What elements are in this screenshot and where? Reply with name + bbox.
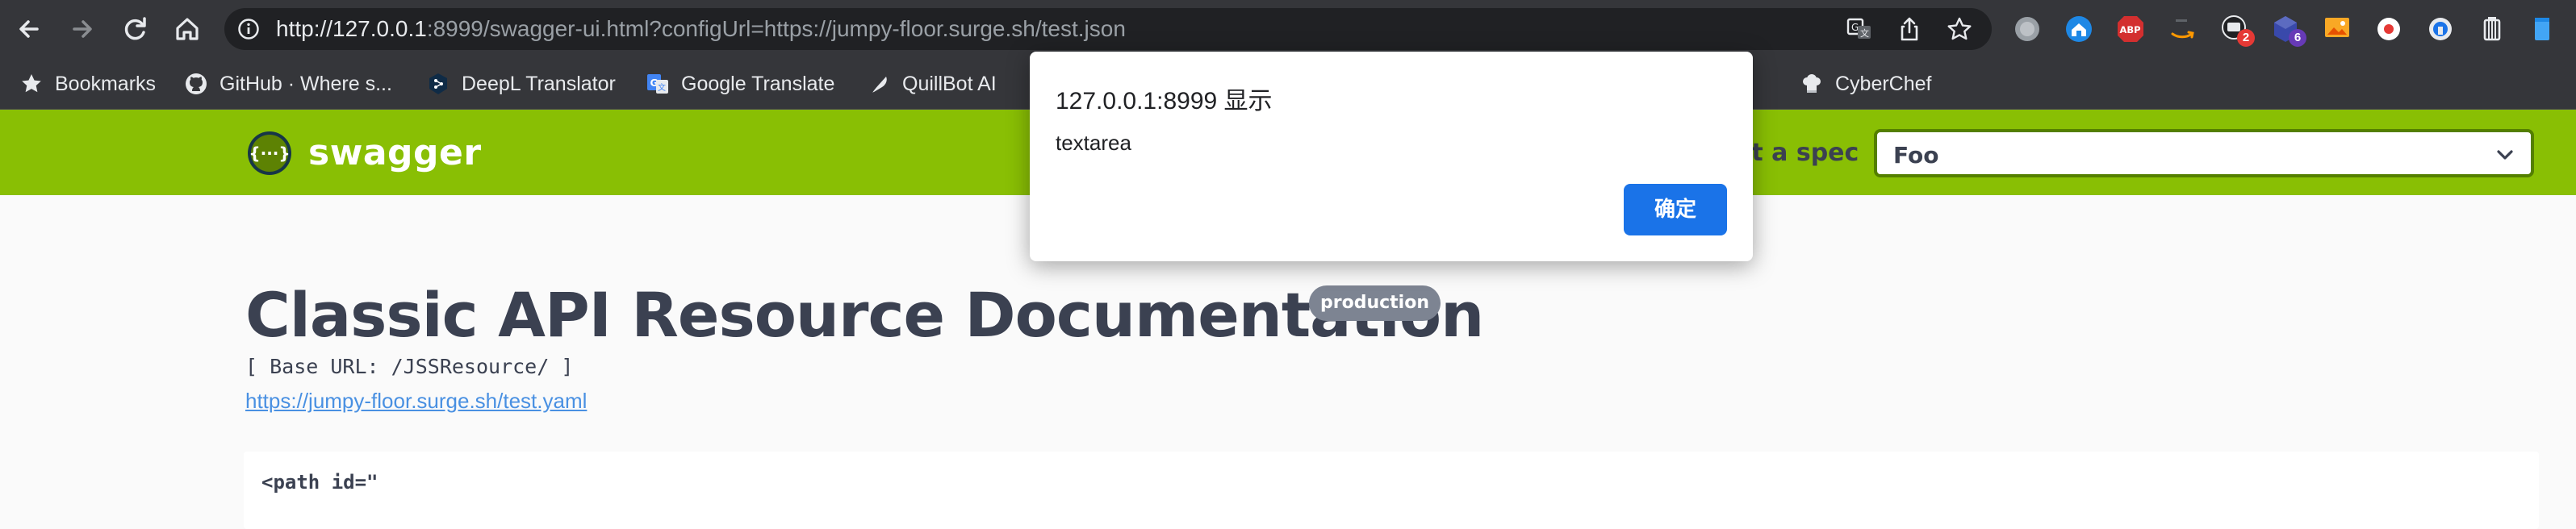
alert-title: 127.0.0.1:8999 显示	[1056, 88, 1273, 115]
spec-select-dropdown[interactable]: Foo	[1874, 129, 2534, 177]
deepl-icon	[426, 72, 450, 96]
url-host: http://127.0.0.1	[276, 16, 427, 41]
back-arrow-icon[interactable]	[11, 11, 47, 47]
info-icon[interactable]	[237, 18, 260, 40]
side-panel-icon[interactable]	[2526, 13, 2558, 45]
bookmark-item-bookmarks[interactable]: Bookmarks	[19, 58, 156, 110]
share-icon[interactable]	[1895, 15, 1924, 44]
svg-text:文: 文	[658, 82, 666, 93]
chevron-down-icon	[2494, 144, 2516, 166]
extension-lock-icon[interactable]	[2424, 13, 2457, 45]
adblock-plus-icon[interactable]: ABP	[2114, 13, 2147, 45]
alert-dialog: 127.0.0.1:8999 显示 textarea 确定	[1030, 52, 1753, 261]
swagger-wordmark[interactable]: swagger	[308, 132, 482, 173]
address-bar[interactable]: http://127.0.0.1:8999/swagger-ui.html?co…	[224, 8, 1992, 50]
swagger-logo-icon[interactable]: {···}	[247, 131, 292, 176]
google-translate-icon: G文	[646, 72, 670, 96]
extension-grey-circle-icon[interactable]	[2011, 13, 2043, 45]
environment-badge: production	[1309, 285, 1441, 321]
extension-image-icon[interactable]	[2321, 13, 2353, 45]
star-icon	[19, 72, 44, 96]
logo-glyph: {···}	[249, 144, 290, 163]
bookmark-star-icon[interactable]	[1945, 15, 1974, 44]
extension-amazon-icon[interactable]	[2166, 13, 2198, 45]
bookmark-item-quillbot[interactable]: QuillBot AI	[867, 58, 997, 110]
bookmark-item-google-translate[interactable]: G文 Google Translate	[646, 58, 834, 110]
browser-toolbar: http://127.0.0.1:8999/swagger-ui.html?co…	[0, 0, 2576, 58]
extension-badge-count: 6	[2289, 29, 2306, 47]
quillbot-icon	[867, 72, 891, 96]
translate-page-icon[interactable]: G文	[1845, 15, 1874, 44]
extensions-puzzle-icon[interactable]	[2476, 13, 2508, 45]
extension-house-icon[interactable]	[2063, 13, 2095, 45]
spec-url-link[interactable]: https://jumpy-floor.surge.sh/test.yaml	[245, 389, 587, 414]
bookmark-label: GitHub · Where s...	[220, 72, 392, 95]
svg-text:文: 文	[1860, 27, 1869, 39]
home-icon[interactable]	[169, 11, 205, 47]
bookmark-label: Bookmarks	[55, 72, 157, 95]
extension-record-icon[interactable]	[2373, 13, 2405, 45]
bookmark-item-cyberchef[interactable]: CyberChef	[1800, 58, 1932, 110]
api-description: <path id="	[244, 452, 2539, 529]
bookmark-label: CyberChef	[1835, 72, 1932, 95]
github-icon	[184, 72, 208, 96]
chef-hat-icon	[1800, 72, 1824, 96]
bookmark-item-deepl[interactable]: DeepL Translator	[426, 58, 616, 110]
bookmark-label: DeepL Translator	[462, 72, 616, 95]
bookmark-item-github[interactable]: GitHub · Where s...	[184, 58, 392, 110]
svg-text:ABP: ABP	[2120, 24, 2141, 35]
url-path: :8999/swagger-ui.html?configUrl=https://…	[426, 16, 1126, 41]
bookmark-label: QuillBot AI	[902, 72, 997, 95]
bookmark-label: Google Translate	[681, 72, 835, 95]
spec-select-value: Foo	[1893, 142, 1939, 169]
api-title: Classic API Resource Documentation	[245, 279, 1484, 351]
alert-message: textarea	[1056, 131, 1131, 155]
base-url: [ Base URL: /JSSResource/ ]	[245, 355, 574, 378]
url-text[interactable]: http://127.0.0.1:8999/swagger-ui.html?co…	[276, 16, 1126, 42]
forward-arrow-icon[interactable]	[65, 11, 100, 47]
extension-cube-icon[interactable]: 6	[2269, 13, 2306, 47]
extension-monitor-icon[interactable]: 2	[2218, 13, 2255, 47]
ok-button[interactable]: 确定	[1624, 184, 1727, 235]
extension-badge-count: 2	[2237, 29, 2255, 47]
description-code: <path id="	[261, 471, 378, 494]
svg-text:G: G	[1851, 22, 1859, 33]
reload-icon[interactable]	[118, 11, 153, 47]
